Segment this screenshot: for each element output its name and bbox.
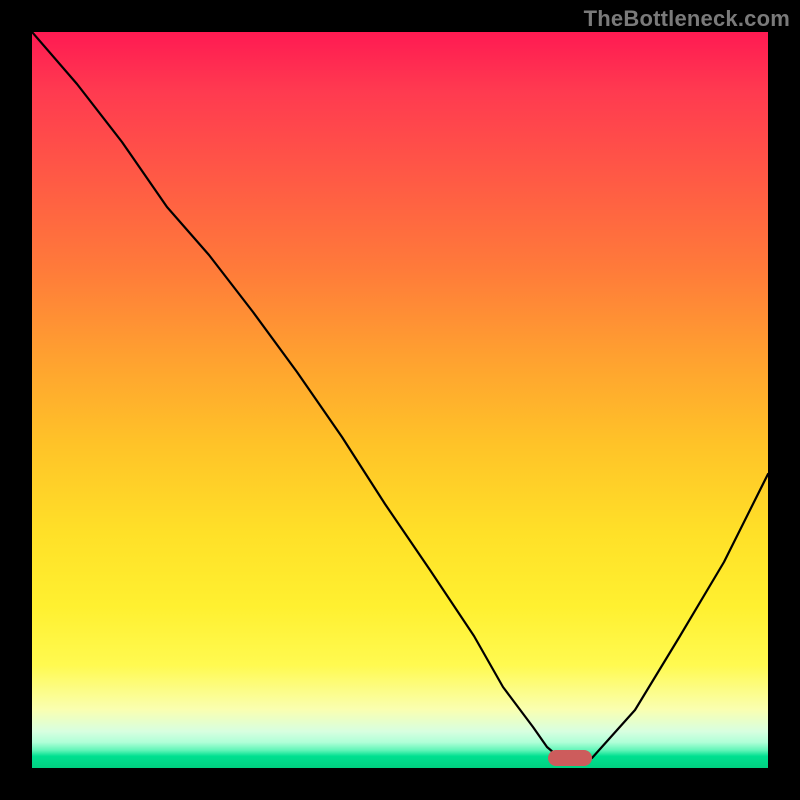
line-plot [32,32,768,768]
bottleneck-curve [32,32,768,758]
plot-area [32,32,768,768]
watermark-text: TheBottleneck.com [584,6,790,32]
optimal-marker [548,750,592,766]
chart-frame: TheBottleneck.com [0,0,800,800]
